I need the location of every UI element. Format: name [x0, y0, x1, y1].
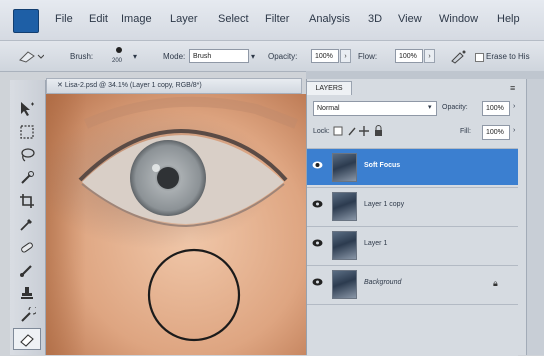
document-tab[interactable]: ✕ Lisa-2.psd @ 34.1% (Layer 1 copy, RGB/…	[46, 78, 302, 94]
menu-window[interactable]: Window	[439, 13, 478, 25]
erase-to-history-checkbox[interactable]	[475, 53, 484, 62]
layer-row-background[interactable]: Background 🔒︎	[307, 265, 518, 302]
blend-mode-select[interactable]: Normal	[313, 101, 437, 116]
document-close-icon[interactable]: ✕	[57, 82, 65, 89]
history-brush-tool-icon[interactable]	[13, 305, 41, 327]
fill-label: Fill:	[460, 128, 471, 135]
airbrush-icon[interactable]	[449, 48, 469, 64]
eyedropper-tool-icon[interactable]	[13, 213, 41, 235]
menu-3d[interactable]: 3D	[368, 13, 382, 25]
layer-thumbnail	[332, 153, 357, 182]
flow-label: Flow:	[358, 52, 378, 61]
lock-icon: 🔒︎	[493, 278, 498, 288]
move-tool-icon[interactable]	[13, 98, 41, 120]
eraser-tool-icon[interactable]	[13, 328, 41, 350]
lock-options-icons[interactable]	[333, 125, 393, 138]
document-tab-title: Lisa-2.psd @ 34.1% (Layer 1 copy, RGB/8*…	[64, 82, 202, 89]
menu-edit[interactable]: Edit	[89, 13, 108, 25]
panel-opacity-label: Opacity:	[442, 104, 468, 111]
eye-icon[interactable]	[312, 238, 323, 248]
layer-thumbnail	[332, 231, 357, 260]
flow-field[interactable]: 100%	[395, 49, 423, 63]
layer-name: Soft Focus	[364, 162, 401, 169]
lock-label: Lock:	[313, 128, 330, 135]
opacity-field[interactable]: 100%	[311, 49, 339, 63]
menu-help[interactable]: Help	[497, 13, 520, 25]
photoshop-logo-icon	[13, 9, 39, 33]
layers-list-empty-area	[307, 304, 518, 356]
layer-name: Background	[364, 279, 402, 286]
opacity-slider-arrow-icon[interactable]: ›	[340, 49, 351, 63]
mode-dropdown-arrow-icon[interactable]: ▾	[251, 52, 255, 61]
panel-opacity-field[interactable]: 100%	[482, 101, 510, 116]
erase-to-history-label: Erase to His	[486, 52, 530, 61]
lasso-tool-icon[interactable]	[13, 144, 41, 166]
layer-name: Layer 1	[364, 240, 388, 247]
document-canvas[interactable]	[46, 94, 306, 355]
menu-analysis[interactable]: Analysis	[309, 13, 350, 25]
panel-opacity-arrow-icon[interactable]: ›	[513, 103, 515, 110]
healing-brush-tool-icon[interactable]	[13, 236, 41, 258]
menu-view[interactable]: View	[398, 13, 422, 25]
brush-tip-icon[interactable]	[113, 45, 125, 55]
menu-image[interactable]: Image	[121, 13, 152, 25]
brush-dropdown-arrow-icon[interactable]: ▾	[133, 52, 137, 61]
quick-selection-tool-icon[interactable]	[13, 167, 41, 189]
mode-label: Mode:	[163, 52, 186, 61]
flow-slider-arrow-icon[interactable]: ›	[424, 49, 435, 63]
clone-stamp-tool-icon[interactable]	[13, 282, 41, 304]
brush-tool-icon[interactable]	[13, 259, 41, 281]
canvas-image	[46, 94, 306, 355]
brush-size: 200	[112, 58, 123, 64]
menu-file[interactable]: File	[55, 13, 73, 25]
eye-icon[interactable]	[312, 277, 323, 287]
eye-icon[interactable]	[312, 199, 323, 209]
layer-thumbnail	[332, 270, 357, 299]
layer-name: Layer 1 copy	[364, 201, 405, 208]
eye-icon[interactable]	[312, 160, 323, 170]
crop-tool-icon[interactable]	[13, 190, 41, 212]
panel-icon-strip	[526, 79, 544, 355]
eraser-preset-icon[interactable]	[16, 48, 44, 64]
opacity-label: Opacity:	[268, 52, 298, 61]
menu-filter[interactable]: Filter	[265, 13, 289, 25]
layers-panel-tab[interactable]: LAYERS	[306, 81, 352, 95]
layer-row-layer-1-copy[interactable]: Layer 1 copy	[307, 187, 518, 224]
menu-layer[interactable]: Layer	[170, 13, 198, 25]
layer-row-layer-1[interactable]: Layer 1	[307, 226, 518, 263]
menu-select[interactable]: Select	[218, 13, 249, 25]
brush-label: Brush:	[70, 52, 94, 61]
fill-arrow-icon[interactable]: ›	[513, 127, 515, 134]
panel-menu-icon[interactable]: ≡	[510, 83, 515, 93]
marquee-tool-icon[interactable]	[13, 121, 41, 143]
blend-mode-dropdown-arrow-icon[interactable]: ▾	[428, 103, 432, 111]
layer-thumbnail	[332, 192, 357, 221]
fill-field[interactable]: 100%	[482, 125, 510, 140]
mode-select[interactable]: Brush	[189, 49, 249, 63]
layer-row-soft-focus[interactable]: Soft Focus	[307, 148, 518, 185]
